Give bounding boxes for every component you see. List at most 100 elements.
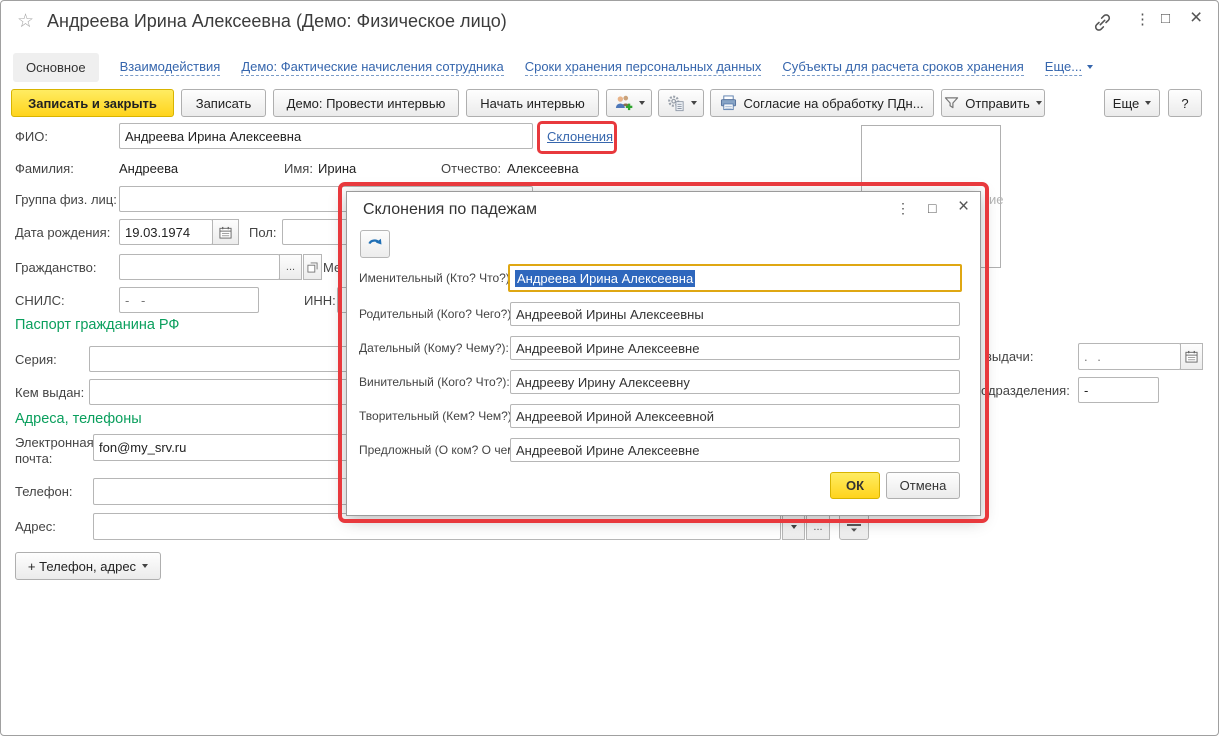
dept-code-label-fragment: одразделения:	[981, 383, 1070, 398]
series-label: Серия:	[15, 352, 57, 367]
case-label-instrumental: Творительный (Кем? Чем?):	[359, 409, 515, 423]
tab-bar: Основное Взаимодействия Демо: Фактически…	[13, 50, 1093, 84]
fio-label: ФИО:	[15, 129, 48, 144]
title-bar: ☆ Андреева Ирина Алексеевна (Демо: Физич…	[1, 1, 1218, 45]
refresh-arrow-icon	[367, 237, 383, 252]
add-person-button[interactable]	[606, 89, 652, 117]
add-person-icon	[614, 94, 633, 112]
dialog-close-icon[interactable]: ×	[958, 196, 969, 218]
window-title: Андреева Ирина Алексеевна (Демо: Физичес…	[47, 11, 507, 32]
address-dropdown-button[interactable]	[782, 513, 805, 540]
dialog-menu-dots-icon[interactable]: ⋮	[896, 200, 910, 217]
patronymic-value: Алексеевна	[507, 161, 579, 176]
case-label-accusative: Винительный (Кого? Что?):	[359, 375, 510, 389]
inn-label: ИНН:	[304, 293, 336, 308]
dialog-maximize-icon[interactable]: □	[928, 200, 936, 216]
case-input-instrumental[interactable]: Андреевой Ириной Алексеевной	[510, 404, 960, 428]
tab-demo-accruals[interactable]: Демо: Фактические начисления сотрудника	[241, 59, 503, 76]
birthdate-calendar-button[interactable]	[212, 219, 239, 245]
fio-input[interactable]: Андреева Ирина Алексеевна	[119, 123, 533, 149]
more-button-label: Еще	[1113, 96, 1139, 111]
email-label-line1: Электронная	[15, 435, 94, 450]
calendar-icon	[219, 226, 232, 239]
address-label: Адрес:	[15, 519, 56, 534]
sex-label: Пол:	[249, 225, 277, 240]
issued-by-label: Кем выдан:	[15, 385, 84, 400]
open-in-window-button[interactable]	[303, 254, 322, 280]
favorite-star-icon[interactable]: ☆	[17, 10, 34, 33]
stamp-tools-button[interactable]	[658, 89, 704, 117]
tab-main[interactable]: Основное	[13, 53, 99, 82]
send-button-label: Отправить	[965, 96, 1029, 111]
demo-interview-button[interactable]: Демо: Провести интервью	[273, 89, 459, 117]
firstname-label: Имя:	[284, 161, 313, 176]
case-input-nominative[interactable]: Андреева Ирина Алексеевна	[508, 264, 962, 292]
case-label-genitive: Родительный (Кого? Чего?):	[359, 307, 515, 321]
case-label-nominative: Именительный (Кто? Что?):	[359, 271, 513, 285]
ok-button[interactable]: ОК	[830, 472, 880, 499]
phone-label: Телефон:	[15, 484, 73, 499]
send-button[interactable]: Отправить	[941, 89, 1045, 117]
citizenship-select-button[interactable]: ...	[279, 254, 302, 280]
lines-chevron-icon	[846, 519, 862, 532]
tab-retention-periods[interactable]: Сроки хранения персональных данных	[525, 59, 762, 76]
menu-dots-icon[interactable]: ⋮	[1135, 10, 1150, 28]
selected-text: Андреева Ирина Алексеевна	[515, 270, 695, 287]
cancel-button[interactable]: Отмена	[886, 472, 960, 499]
case-input-prepositional[interactable]: Андреевой Ирине Алексеевне	[510, 438, 960, 462]
maximize-icon[interactable]: □	[1161, 10, 1170, 27]
photo-placeholder-text-fragment: ие	[989, 192, 1004, 207]
save-button[interactable]: Записать	[181, 89, 266, 117]
patronymic-label: Отчество:	[441, 161, 501, 176]
app-window: ☆ Андреева Ирина Алексеевна (Демо: Физич…	[0, 0, 1219, 736]
birthdate-input[interactable]: 19.03.1974	[119, 219, 213, 245]
consent-print-button[interactable]: Согласие на обработку ПДн...	[710, 89, 934, 117]
chevron-down-icon	[1087, 65, 1093, 69]
case-input-genitive[interactable]: Андреевой Ирины Алексеевны	[510, 302, 960, 326]
snils-label: СНИЛС:	[15, 293, 65, 308]
tab-retention-subjects[interactable]: Субъекты для расчета сроков хранения	[782, 59, 1023, 76]
citizenship-label: Гражданство:	[15, 260, 97, 275]
link-icon[interactable]	[1092, 12, 1113, 36]
dialog-title: Склонения по падежам	[363, 201, 537, 219]
gear-document-icon	[666, 94, 685, 112]
firstname-value: Ирина	[318, 161, 356, 176]
addresses-section-header: Адреса, телефоны	[15, 411, 142, 427]
surname-value: Андреева	[119, 161, 178, 176]
help-button[interactable]: ?	[1168, 89, 1202, 117]
calendar-icon	[1185, 350, 1198, 363]
snils-input[interactable]: - -	[119, 287, 259, 313]
more-button[interactable]: Еще	[1104, 89, 1160, 117]
dept-code-input[interactable]: -	[1078, 377, 1159, 403]
issue-date-calendar-button[interactable]	[1180, 343, 1203, 370]
consent-button-label: Согласие на обработку ПДн...	[743, 96, 923, 111]
chevron-down-icon	[691, 101, 697, 105]
case-label-prepositional: Предложный (О ком? О чем?):	[359, 443, 530, 457]
passport-section-header: Паспорт гражданина РФ	[15, 317, 179, 333]
declensions-link[interactable]: Склонения	[547, 129, 613, 144]
add-phone-address-button[interactable]: + Телефон, адрес	[15, 552, 161, 580]
tab-interactions[interactable]: Взаимодействия	[120, 59, 221, 76]
case-input-accusative[interactable]: Андрееву Ирину Алексеевну	[510, 370, 960, 394]
issue-date-label-fragment: выдачи:	[985, 349, 1033, 364]
email-label-line2: почта:	[15, 451, 52, 466]
chevron-down-icon	[1145, 101, 1151, 105]
address-input[interactable]	[93, 513, 781, 540]
open-window-icon	[307, 262, 318, 273]
funnel-icon	[944, 96, 959, 110]
birthplace-label-fragment: Ме	[323, 260, 341, 275]
chevron-down-icon	[791, 525, 797, 529]
surname-label: Фамилия:	[15, 161, 74, 176]
close-icon[interactable]: ×	[1190, 6, 1202, 30]
save-close-button[interactable]: Записать и закрыть	[11, 89, 174, 117]
issue-date-input[interactable]: . .	[1078, 343, 1181, 370]
chevron-down-icon	[1036, 101, 1042, 105]
group-label: Группа физ. лиц:	[15, 192, 117, 207]
chevron-down-icon	[142, 564, 148, 568]
citizenship-input[interactable]	[119, 254, 280, 280]
case-input-dative[interactable]: Андреевой Ирине Алексеевне	[510, 336, 960, 360]
start-interview-button[interactable]: Начать интервью	[466, 89, 599, 117]
address-select-button[interactable]: ...	[806, 513, 830, 540]
refill-declensions-button[interactable]	[360, 230, 390, 258]
tab-more[interactable]: Еще...	[1045, 59, 1093, 76]
